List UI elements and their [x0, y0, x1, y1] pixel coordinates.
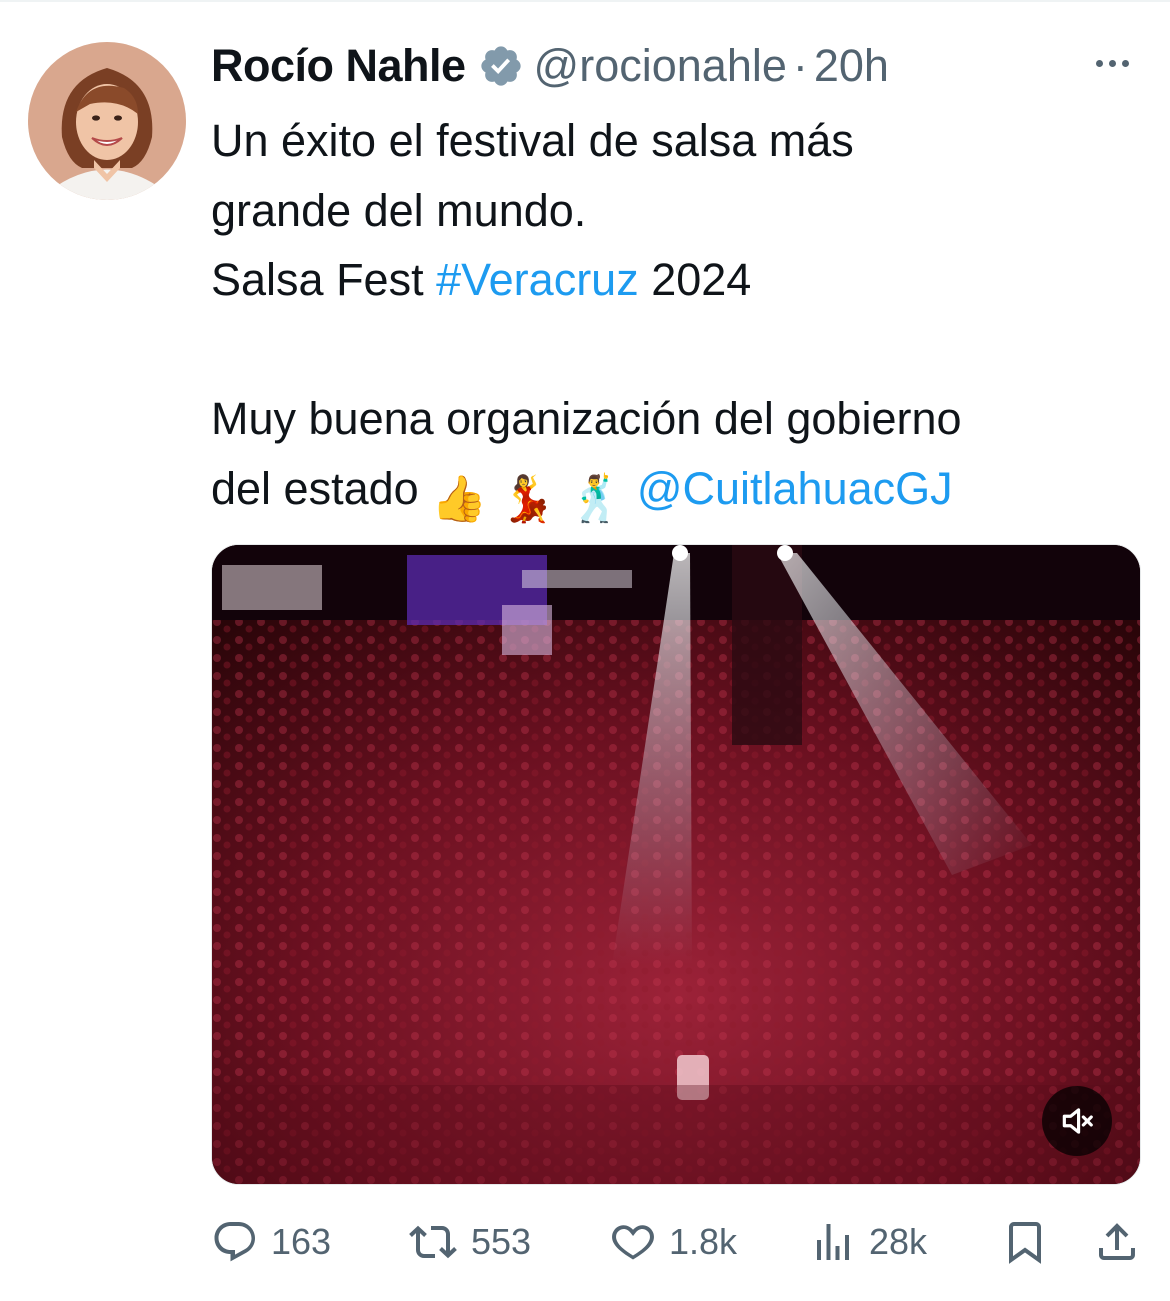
tweet-line-3: Salsa Fest #Veracruz 2024	[211, 245, 1141, 315]
author-handle[interactable]: @rocionahle	[534, 40, 787, 92]
dancer-woman-emoji: 💃	[499, 472, 556, 524]
tweet-line-3-prefix: Salsa Fest	[211, 254, 437, 305]
like-button[interactable]: 1.8k	[609, 1212, 737, 1272]
tweet-line-1: Un éxito el festival de salsa más	[211, 115, 854, 166]
tweet-header: Rocío Nahle @rocionahle · 20h	[211, 36, 889, 96]
like-count: 1.8k	[669, 1221, 738, 1262]
share-icon	[1093, 1218, 1141, 1266]
reply-icon	[211, 1218, 259, 1266]
reply-button[interactable]: 163	[211, 1212, 331, 1272]
timestamp[interactable]: 20h	[814, 40, 889, 92]
reply-count: 163	[271, 1221, 332, 1262]
tweet-line-2: grande del mundo.	[211, 184, 587, 236]
paragraph-break	[211, 315, 1141, 385]
mute-toggle-button[interactable]	[1042, 1086, 1112, 1156]
tweet-line-3-suffix: 2024	[638, 254, 752, 305]
repost-icon	[407, 1218, 459, 1266]
separator-dot: ·	[792, 40, 808, 91]
views-count: 28k	[869, 1221, 928, 1262]
bookmark-button[interactable]	[1001, 1212, 1061, 1272]
tweet-line-5: del estado 👍 💃 🕺 @CuitlahuacGJ	[211, 454, 1141, 524]
share-button[interactable]	[1093, 1212, 1153, 1272]
repost-button[interactable]: 553	[407, 1212, 531, 1272]
author-name[interactable]: Rocío Nahle	[211, 40, 466, 92]
video-player[interactable]	[211, 544, 1141, 1185]
tweet-line-4: Muy buena organización del gobierno	[211, 393, 962, 444]
more-options-icon[interactable]	[1082, 46, 1142, 80]
verified-badge-icon	[478, 43, 524, 89]
mention-link[interactable]: @CuitlahuacGJ	[637, 463, 953, 514]
thumbs-up-emoji: 👍	[431, 472, 488, 524]
top-divider	[0, 0, 1170, 2]
bookmark-icon	[1001, 1218, 1049, 1266]
heart-icon	[609, 1218, 657, 1266]
tweet-actions-bar: 163 553 1.8k 28k	[211, 1212, 1146, 1272]
tweet-text: Un éxito el festival de salsa más grande…	[211, 106, 1141, 524]
repost-count: 553	[471, 1221, 532, 1262]
analytics-icon	[809, 1218, 857, 1266]
video-frame	[212, 545, 1140, 1184]
dancer-man-emoji: 🕺	[568, 472, 625, 524]
views-button[interactable]: 28k	[809, 1212, 927, 1272]
tweet-line-5-prefix: del estado	[211, 462, 432, 514]
hashtag-link[interactable]: #Veracruz	[436, 254, 639, 305]
volume-muted-icon	[1058, 1102, 1096, 1140]
avatar[interactable]	[28, 42, 186, 200]
